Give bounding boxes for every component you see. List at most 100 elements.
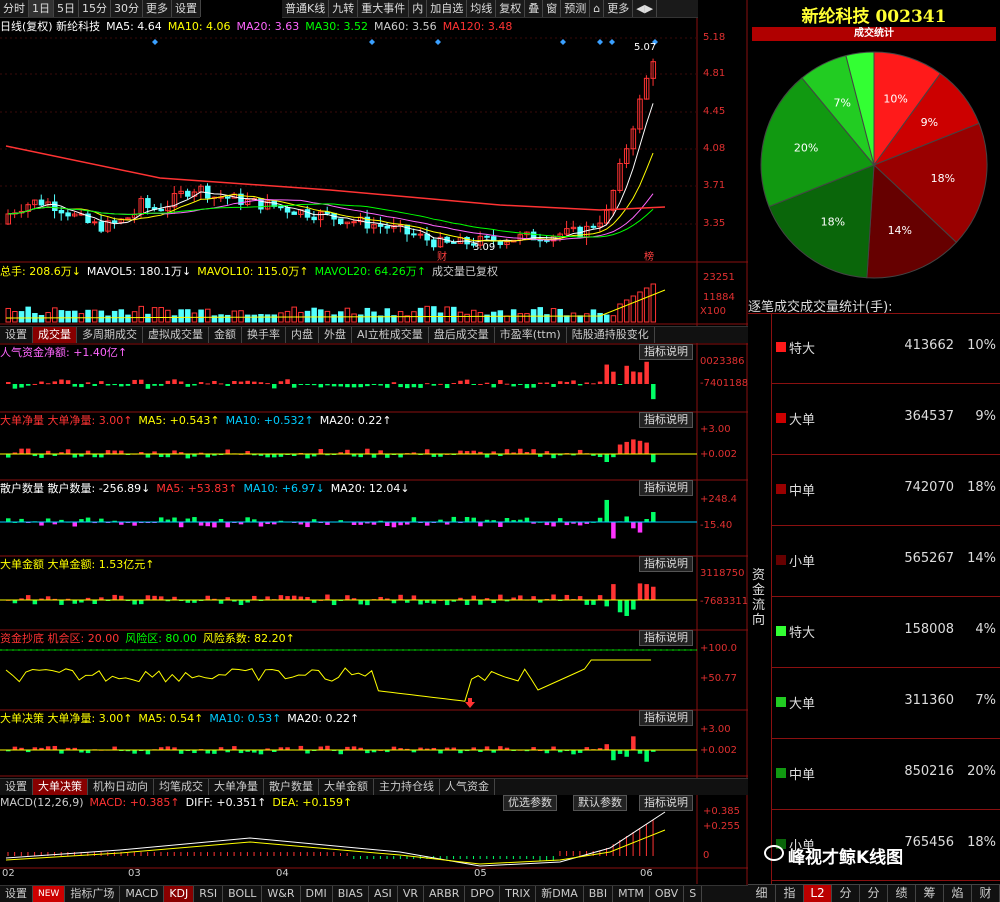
macd-tab-17[interactable]: MTM [613,886,650,902]
candle-body [590,225,597,228]
chart-canvas [0,0,748,902]
ind-tab-2[interactable]: 机构日动向 [88,779,154,795]
macd-tab-11[interactable]: VR [398,886,424,902]
fund-bar [119,384,124,387]
period-button-4[interactable]: 30分 [111,0,143,17]
panel-5-axis-0: +3.00 [700,724,731,735]
period-button-0[interactable]: 分时 [0,0,29,17]
vol-tab-11[interactable]: 陆股通持股变化 [567,327,655,343]
vol-tab-4[interactable]: 金额 [209,327,242,343]
volume-bar [238,310,244,323]
vol-tab-5[interactable]: 换手率 [242,327,286,343]
period-button-3[interactable]: 15分 [79,0,111,17]
ind-tab-7[interactable]: 主力持仓线 [374,779,440,795]
toolbar-button-0[interactable]: 普通K线 [282,0,330,17]
macd-tab-9[interactable]: BIAS [333,886,370,902]
default-params-button[interactable]: 默认参数 [573,795,627,811]
macd-tab-2[interactable]: 指标广场 [65,886,121,902]
bigorder-bar [19,448,24,454]
toolbar-button-12[interactable]: ◀▶ [633,0,658,17]
preferred-params-button[interactable]: 优选参数 [503,795,557,811]
macd-tab-7[interactable]: W&R [262,886,301,902]
toolbar-button-2[interactable]: 重大事件 [358,0,410,17]
macd-tab-6[interactable]: BOLL [223,886,263,902]
decision-bar [617,750,623,754]
vol-tab-6[interactable]: 内盘 [286,327,319,343]
toolbar-button-10[interactable]: ⌂ [590,0,605,17]
toolbar-button-1[interactable]: 九转 [329,0,359,17]
panel-3-explain-button[interactable]: 指标说明 [639,556,693,572]
toolbar-button-4[interactable]: 加自选 [427,0,468,17]
vol-tab-0[interactable]: 设置 [0,327,33,343]
vol-tab-7[interactable]: 外盘 [319,327,352,343]
ind-tab-4[interactable]: 大单净量 [209,779,264,795]
vol-tab-8[interactable]: AI立桩成交量 [352,327,429,343]
bigamount-bar [365,600,370,606]
vol-tab-1[interactable]: 成交量 [33,327,77,343]
macd-tab-0[interactable]: 设置 [0,886,33,902]
vol-tab-10[interactable]: 市盈率(ttm) [495,327,567,343]
panel-tab-7[interactable]: 焰 [944,885,972,902]
panel-2-explain-button[interactable]: 指标说明 [639,480,693,496]
ind-tab-1[interactable]: 大单决策 [33,779,88,795]
ind-tab-5[interactable]: 散户数量 [264,779,319,795]
volume-bar [251,314,258,323]
toolbar-button-8[interactable]: 窗 [543,0,562,17]
macd-tab-13[interactable]: DPO [465,886,501,902]
macd-tab-5[interactable]: RSI [194,886,224,902]
toolbar-button-3[interactable]: 内 [409,0,428,17]
panel-tab-4[interactable]: 分 [860,885,888,902]
vol-tab-9[interactable]: 盘后成交量 [429,327,495,343]
volume-bar [105,315,111,323]
retail-bar [557,518,563,522]
panel-tab-1[interactable]: 指 [776,885,804,902]
panel-tab-6[interactable]: 筹 [916,885,944,902]
bigamount-bar [238,600,244,606]
vol-tab-3[interactable]: 虚拟成交量 [143,327,209,343]
period-button-1[interactable]: 1日 [29,0,54,17]
retail-bar [198,522,204,526]
macd-tab-10[interactable]: ASI [369,886,398,902]
panel-0-explain-button[interactable]: 指标说明 [639,344,693,360]
vol-tab-2[interactable]: 多周期成交 [77,327,143,343]
toolbar-button-5[interactable]: 均线 [467,0,497,17]
fund-bar [65,380,71,384]
panel-tab-0[interactable]: 细 [748,885,776,902]
panel-5-explain-button[interactable]: 指标说明 [639,710,693,726]
macd-tab-14[interactable]: TRIX [500,886,537,902]
volume-bar [464,313,470,323]
macd-tab-1[interactable]: NEW [33,886,66,902]
fund-bar [405,384,410,389]
bigorder-bar [272,454,277,458]
panel-tab-8[interactable]: 财 [972,885,1000,902]
macd-tab-12[interactable]: ARBR [424,886,466,902]
volume-bar [118,309,125,323]
ind-tab-8[interactable]: 人气资金 [440,779,495,795]
toolbar-button-6[interactable]: 复权 [496,0,526,17]
ind-tab-3[interactable]: 均笔成交 [154,779,209,795]
macd-tab-4[interactable]: KDJ [164,886,195,902]
macd-tab-15[interactable]: 新DMA [536,886,584,902]
panel-4-explain-button[interactable]: 指标说明 [639,630,693,646]
macd-tab-18[interactable]: OBV [650,886,685,902]
toolbar-button-11[interactable]: 更多 [604,0,634,17]
macd-tab-19[interactable]: S [684,886,703,902]
ind-tab-6[interactable]: 大单金额 [319,779,374,795]
panel-tab-5[interactable]: 绩 [888,885,916,902]
panel-1-explain-button[interactable]: 指标说明 [639,412,693,428]
toolbar-button-9[interactable]: 预测 [561,0,591,17]
diff-line [5,811,666,867]
period-button-5[interactable]: 更多 [143,0,172,17]
macd-tab-3[interactable]: MACD [120,886,165,902]
macd-tab-16[interactable]: BBI [584,886,614,902]
toolbar-button-7[interactable]: 叠 [525,0,544,17]
panel-tab-3[interactable]: 分 [832,885,860,902]
ind-tab-0[interactable]: 设置 [0,779,33,795]
macd-tab-8[interactable]: DMI [301,886,333,902]
macd-explain-button[interactable]: 指标说明 [639,795,693,811]
period-button-6[interactable]: 设置 [172,0,201,17]
period-button-2[interactable]: 5日 [54,0,79,17]
decision-bar [325,745,330,750]
bigamount-bar [518,595,523,600]
panel-tab-2[interactable]: L2 [804,885,832,902]
